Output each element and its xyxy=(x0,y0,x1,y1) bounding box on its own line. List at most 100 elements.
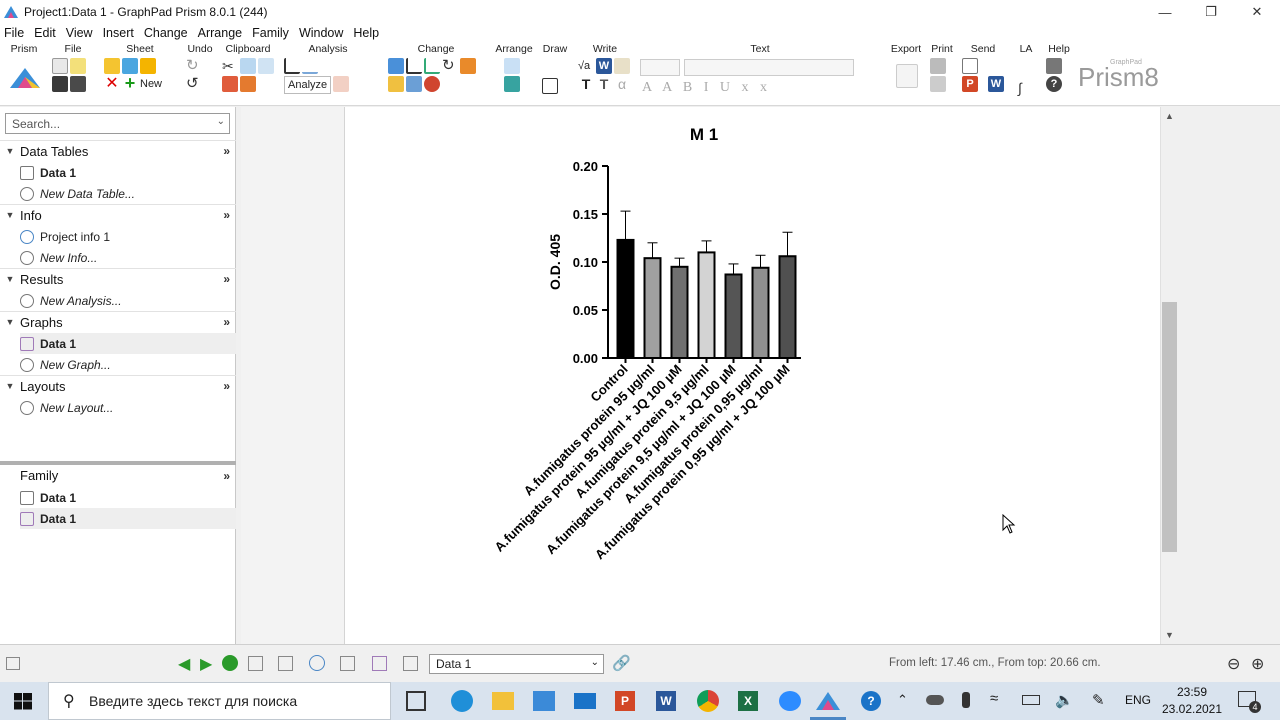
word-object-icon[interactable]: W xyxy=(596,58,612,74)
graph-page[interactable]: M 1 O.D. 405 0.00 0.05 0.10 0.15 0.20 Control A.… xyxy=(344,107,1160,644)
restore-icon[interactable]: ❐ xyxy=(1188,0,1234,24)
collapse-caret-icon[interactable]: ▼ xyxy=(0,210,20,220)
axis-scale-icon[interactable] xyxy=(424,58,440,74)
text-icon[interactable]: T xyxy=(578,76,594,92)
copy-special-icon[interactable] xyxy=(258,58,274,74)
graph-nav-icon[interactable] xyxy=(372,656,387,671)
task-view-icon[interactable] xyxy=(406,691,426,711)
file-explorer-icon[interactable] xyxy=(492,692,514,710)
highlight-icon[interactable] xyxy=(104,58,120,74)
menu-change[interactable]: Change xyxy=(144,26,188,40)
cut-icon[interactable]: ✂ xyxy=(222,58,238,74)
bar-chart[interactable]: M 1O.D. 4050.000.050.100.150.20ControlA.… xyxy=(345,107,1161,644)
onedrive-icon[interactable] xyxy=(926,695,944,705)
add-icon[interactable]: + xyxy=(122,74,138,92)
project-overview-icon[interactable] xyxy=(248,656,263,671)
vertical-scrollbar[interactable]: ▲ ▼ xyxy=(1160,107,1177,644)
scroll-thumb[interactable] xyxy=(1162,302,1177,552)
new-data-table-item[interactable]: New Data Table... xyxy=(20,183,236,204)
graph-item[interactable]: Data 1 xyxy=(20,333,236,354)
wifi-icon[interactable]: ≈ xyxy=(990,690,998,707)
redo-icon[interactable]: ↻ xyxy=(186,58,202,74)
new-sheet-button[interactable]: New xyxy=(140,76,162,92)
email-icon[interactable] xyxy=(962,58,978,74)
collapse-caret-icon[interactable]: ▼ xyxy=(0,381,20,391)
minimize-icon[interactable]: — xyxy=(1142,0,1188,24)
sheet-select[interactable]: Data 1 ⌄ xyxy=(429,654,604,674)
new-analysis-item[interactable]: New Analysis... xyxy=(20,290,236,311)
print-icon[interactable] xyxy=(930,58,946,74)
windows-start-icon[interactable] xyxy=(14,693,32,710)
search-input[interactable]: Search... ⌄ xyxy=(5,113,230,134)
word-taskbar-icon[interactable]: W xyxy=(656,691,676,711)
expand-more-icon[interactable]: » xyxy=(223,144,230,158)
menu-window[interactable]: Window xyxy=(299,26,343,40)
analysis-chart-icon[interactable] xyxy=(284,58,300,74)
analyze-button[interactable]: Analyze xyxy=(284,76,332,94)
store-icon[interactable] xyxy=(533,691,555,711)
zoom-out-icon[interactable]: ⊖ xyxy=(1227,654,1240,674)
menu-arrange[interactable]: Arrange xyxy=(198,26,242,40)
help-taskbar-icon[interactable]: ? xyxy=(861,691,881,711)
edge-icon[interactable] xyxy=(451,690,473,712)
menu-family[interactable]: Family xyxy=(252,26,289,40)
collapse-caret-icon[interactable]: ▼ xyxy=(0,317,20,327)
close-icon[interactable]: ✕ xyxy=(1234,0,1280,24)
excel-taskbar-icon[interactable]: X xyxy=(738,691,758,711)
undo-icon[interactable]: ↺ xyxy=(186,76,202,92)
chart-type-icon[interactable] xyxy=(406,76,422,92)
wand-icon[interactable] xyxy=(140,58,156,74)
scroll-down-icon[interactable]: ▼ xyxy=(1161,630,1178,640)
taskbar-search-input[interactable]: ⚲ Введите здесь текст для поиска xyxy=(48,682,391,720)
language-indicator[interactable]: ENG xyxy=(1125,693,1151,707)
powerpoint-taskbar-icon[interactable]: P xyxy=(615,691,635,711)
text-box-icon[interactable]: T xyxy=(596,76,612,92)
arrange-icon[interactable] xyxy=(504,58,520,74)
taskbar-clock[interactable]: 23:59 23.02.2021 xyxy=(1160,684,1224,718)
prism-triangle-icon[interactable] xyxy=(10,68,40,88)
section-data-tables[interactable]: ▼ Data Tables » xyxy=(0,140,236,161)
draw-shape-icon[interactable] xyxy=(542,78,558,94)
font-family-select[interactable] xyxy=(684,59,854,76)
paste-special-icon[interactable] xyxy=(222,76,238,92)
word-send-icon[interactable]: W xyxy=(988,76,1004,92)
family-graph-item[interactable]: Data 1 xyxy=(20,508,236,529)
analysis-xy-icon[interactable] xyxy=(302,58,318,74)
save-icon[interactable] xyxy=(52,76,68,92)
format-graph-icon[interactable] xyxy=(388,58,404,74)
analysis-extra-icon[interactable] xyxy=(333,76,350,92)
save-as-icon[interactable] xyxy=(70,76,86,92)
scroll-up-icon[interactable]: ▲ xyxy=(1161,111,1178,121)
paste-icon[interactable] xyxy=(240,76,256,92)
expand-more-icon[interactable]: » xyxy=(223,379,230,393)
palette-icon[interactable] xyxy=(424,76,440,92)
section-info[interactable]: ▼ Info » xyxy=(0,204,236,225)
expand-more-icon[interactable]: » xyxy=(223,208,230,222)
tray-expand-icon[interactable]: ⌃ xyxy=(897,692,908,708)
greek-icon[interactable]: α xyxy=(614,76,630,92)
menu-edit[interactable]: Edit xyxy=(34,26,56,40)
info-constant-icon[interactable] xyxy=(614,58,630,74)
copy-icon[interactable] xyxy=(240,58,256,74)
section-graphs[interactable]: ▼ Graphs » xyxy=(0,311,236,332)
expand-more-icon[interactable]: » xyxy=(223,469,230,483)
mail-icon[interactable] xyxy=(574,693,596,709)
data-table-item[interactable]: Data 1 xyxy=(20,162,236,183)
align-icon[interactable] xyxy=(504,76,520,92)
expand-more-icon[interactable]: » xyxy=(223,272,230,286)
chevron-down-icon[interactable]: ⌄ xyxy=(591,657,599,668)
microphone-icon[interactable] xyxy=(962,692,970,708)
la-icon[interactable]: ∫ xyxy=(1018,80,1034,96)
goto-sheet-icon[interactable] xyxy=(222,655,238,671)
menu-help[interactable]: Help xyxy=(353,26,379,40)
font-size-select[interactable] xyxy=(640,59,680,76)
battery-icon[interactable] xyxy=(1022,695,1040,705)
prism-taskbar-icon[interactable] xyxy=(816,692,840,710)
link-icon[interactable]: 🔗 xyxy=(612,654,631,672)
chrome-icon[interactable] xyxy=(697,690,719,712)
toggle-navigator-icon[interactable] xyxy=(6,657,20,670)
help-icon[interactable]: ? xyxy=(1046,76,1062,92)
data-table-nav-icon[interactable] xyxy=(278,656,293,671)
project-info-item[interactable]: Project info 1 xyxy=(20,226,236,247)
pen-icon[interactable]: ✎ xyxy=(1092,691,1105,709)
